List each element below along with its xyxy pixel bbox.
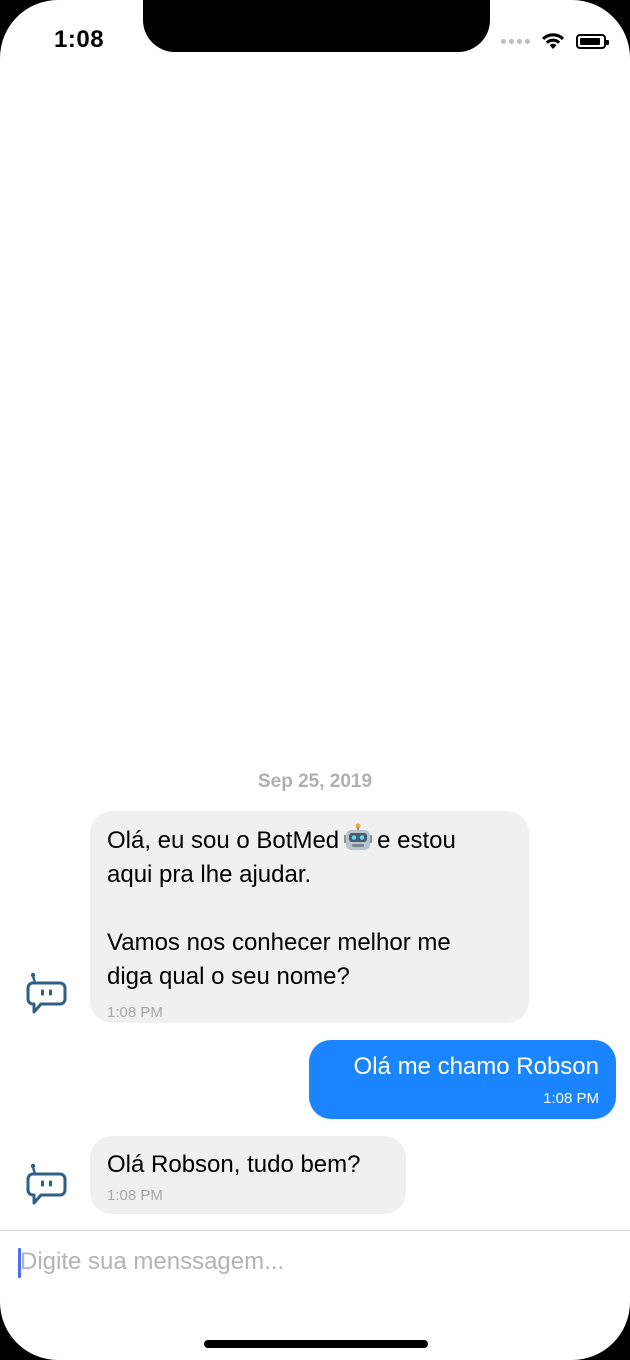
incoming-message-bubble: Olá Robson, tudo bem? 1:08 PM [90, 1136, 406, 1214]
status-icons [501, 30, 609, 52]
notch [143, 0, 490, 52]
chatbot-icon [26, 1163, 67, 1205]
message-timestamp: 1:08 PM [543, 1090, 599, 1107]
robot-face-icon [344, 823, 373, 850]
battery-icon [576, 33, 609, 49]
message-timestamp: 1:08 PM [107, 1187, 163, 1204]
message-text: Olá Robson, tudo bem? [107, 1151, 361, 1178]
incoming-message-bubble: Olá, eu sou o BotMed e estou aqui pra lh… [90, 811, 529, 1023]
outgoing-message-bubble: Olá me chamo Robson 1:08 PM [309, 1040, 616, 1119]
home-indicator[interactable] [204, 1340, 428, 1348]
message-text: Olá me chamo Robson [353, 1053, 599, 1080]
wifi-icon [542, 33, 564, 49]
status-time: 1:08 [54, 26, 105, 53]
date-separator: Sep 25, 2019 [257, 771, 373, 792]
message-text: Olá, eu sou o BotMed e estou aqui pra lh… [107, 823, 511, 994]
message-composer [0, 1231, 630, 1293]
message-timestamp: 1:08 PM [107, 1004, 163, 1021]
chatbot-icon [26, 972, 67, 1014]
phone-screen: 1:08 Sep 25, 2019 Olá, eu sou o BotMed e… [0, 0, 630, 1360]
cellular-signal-icon [501, 38, 530, 44]
message-input[interactable] [20, 1243, 600, 1281]
